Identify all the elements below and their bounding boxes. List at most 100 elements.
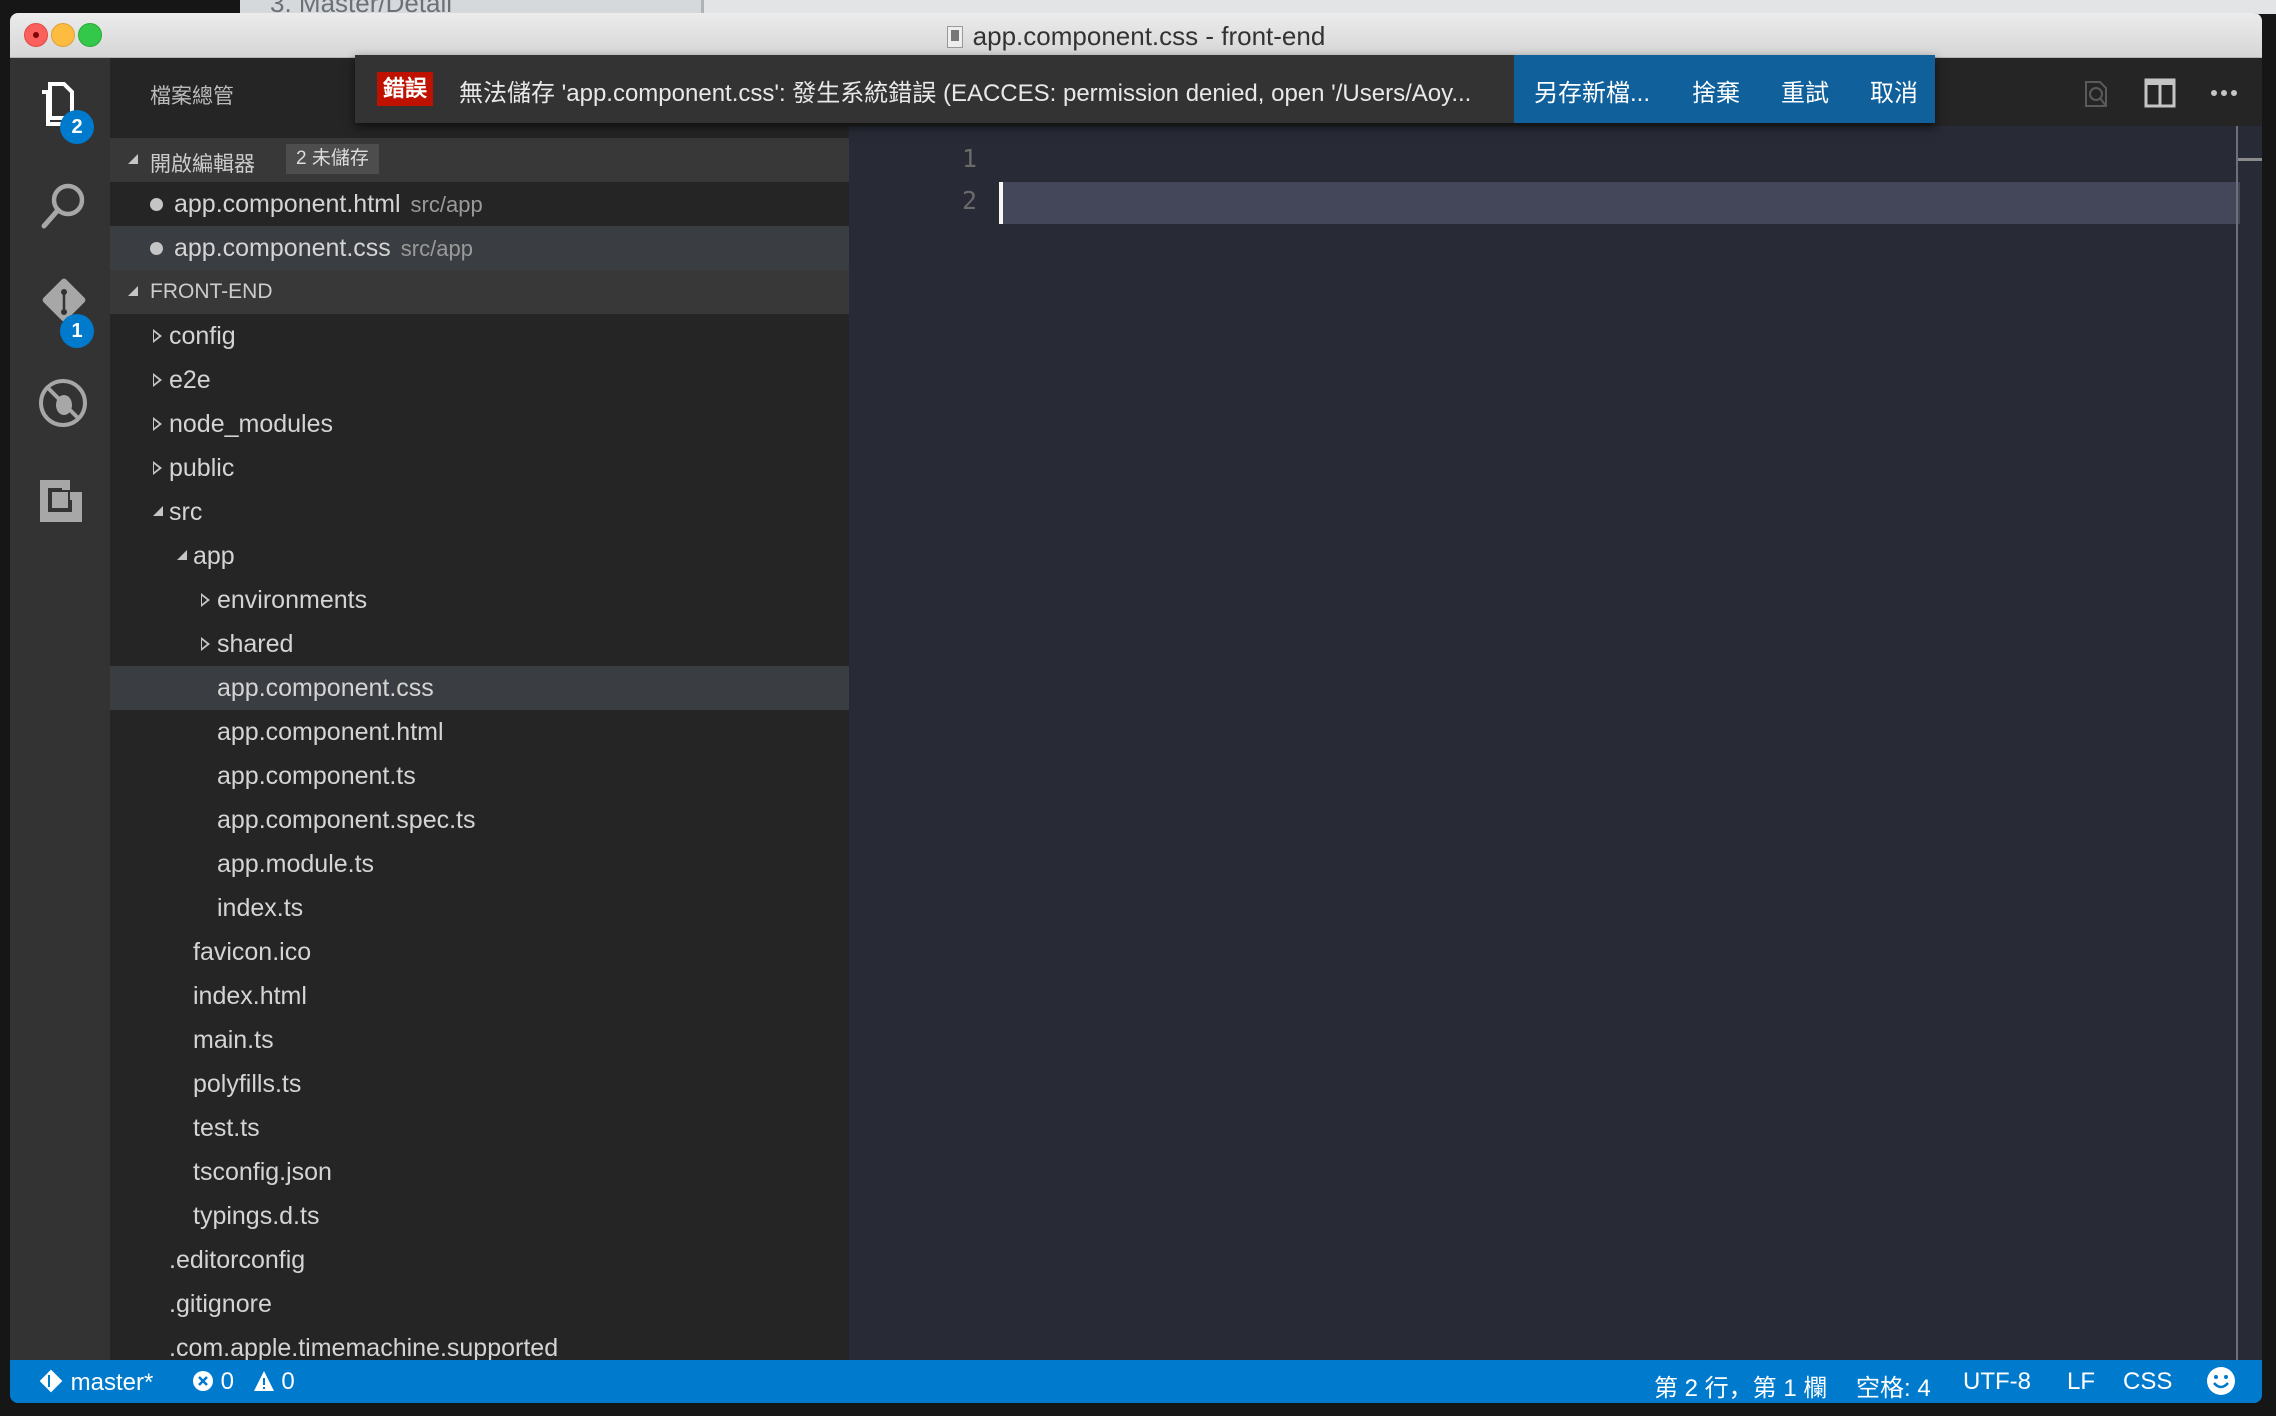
open-editor-path: src/app	[400, 236, 473, 261]
chevron-right-icon[interactable]	[201, 637, 210, 651]
search-icon	[41, 183, 85, 229]
tree-file[interactable]: .gitignore	[110, 1282, 849, 1326]
tree-file[interactable]: polyfills.ts	[110, 1062, 849, 1106]
activity-debug[interactable]	[10, 356, 110, 446]
warning-count: 0	[281, 1368, 295, 1395]
tree-file[interactable]: app.component.spec.ts	[110, 798, 849, 842]
chevron-down-icon[interactable]	[153, 506, 163, 516]
cancel-button[interactable]: 取消	[1870, 73, 1918, 108]
unsaved-badge: 2 未儲存	[286, 144, 379, 174]
tree-item-label: tsconfig.json	[193, 1158, 332, 1186]
explorer-sidebar: 檔案總管 開啟編輯器 2 未儲存 app.component.html src/a…	[110, 58, 849, 1362]
tree-file[interactable]: tsconfig.json	[110, 1150, 849, 1194]
open-editor-item[interactable]: app.component.css src/app	[110, 226, 849, 270]
tree-item-label: app	[193, 542, 235, 570]
tree-folder[interactable]: e2e	[110, 358, 849, 402]
tree-item-label: .gitignore	[169, 1290, 272, 1318]
error-notification: 錯誤 無法儲存 'app.component.css': 發生系統錯誤 (EAC…	[355, 55, 1935, 123]
tree-item-label: node_modules	[169, 410, 334, 438]
error-count: 0	[220, 1368, 235, 1395]
css-file-icon	[946, 26, 963, 48]
tree-folder[interactable]: app	[110, 534, 849, 578]
background-window[interactable]: 3. Master/Detail	[240, 0, 704, 14]
encoding[interactable]: UTF-8	[1963, 1368, 2031, 1396]
more-actions-button[interactable]	[2208, 78, 2240, 108]
branch-indicator[interactable]: master*	[38, 1368, 153, 1397]
background-window-strip	[704, 0, 2276, 14]
open-preview-button[interactable]	[2080, 78, 2112, 108]
tree-folder[interactable]: public	[110, 446, 849, 490]
open-editor-name: app.component.html	[174, 190, 401, 218]
retry-button[interactable]: 重試	[1781, 73, 1829, 108]
end-of-line[interactable]: LF	[2067, 1368, 2095, 1396]
project-label: FRONT-END	[150, 280, 273, 303]
discard-button[interactable]: 捨棄	[1692, 73, 1740, 108]
chevron-right-icon[interactable]	[153, 461, 162, 475]
unsaved-dot-icon	[150, 198, 163, 211]
tree-file[interactable]: test.ts	[110, 1106, 849, 1150]
tree-file[interactable]: typings.d.ts	[110, 1194, 849, 1238]
background-window-title: 3. Master/Detail	[270, 0, 452, 14]
tree-file[interactable]: index.html	[110, 974, 849, 1018]
source-control-badge: 1	[60, 314, 94, 348]
save-as-button[interactable]: 另存新檔...	[1534, 73, 1650, 108]
tree-item-label: app.component.html	[217, 718, 444, 746]
cursor-position[interactable]: 第 2 行，第 1 欄	[1654, 1368, 1827, 1403]
tree-item-label: src	[169, 498, 203, 526]
tree-item-label: index.ts	[217, 894, 304, 922]
explorer-badge: 2	[60, 110, 94, 144]
preview-search-icon	[2085, 81, 2107, 107]
project-header[interactable]: FRONT-END	[110, 270, 849, 314]
open-editor-name: app.component.css	[174, 234, 391, 262]
window-title-text: app.component.css - front-end	[972, 21, 1326, 51]
title-bar[interactable]: app.component.css - front-end	[10, 13, 2262, 58]
unsaved-dot-icon	[150, 242, 163, 255]
tree-folder[interactable]: src	[110, 490, 849, 534]
chevron-right-icon[interactable]	[201, 593, 210, 607]
tree-file[interactable]: index.ts	[110, 886, 849, 930]
tree-file[interactable]: app.component.css	[110, 666, 849, 710]
debug-icon	[39, 379, 87, 427]
chevron-down-icon[interactable]	[177, 550, 187, 560]
branch-name: master*	[70, 1369, 154, 1396]
tree-item-label: test.ts	[193, 1114, 260, 1142]
activity-source-control[interactable]: 1	[10, 256, 110, 348]
extensions-icon	[40, 480, 82, 522]
activity-bar: 2 1	[10, 58, 110, 1360]
tree-file[interactable]: app.module.ts	[110, 842, 849, 886]
explorer-title: 檔案總管	[150, 85, 234, 108]
tree-file[interactable]: main.ts	[110, 1018, 849, 1062]
error-message: 無法儲存 'app.component.css': 發生系統錯誤 (EACCES…	[459, 80, 1472, 107]
chevron-right-icon[interactable]	[153, 373, 162, 387]
smiley-icon	[2207, 1367, 2235, 1395]
indentation[interactable]: 空格: 4	[1856, 1368, 1931, 1403]
tree-folder[interactable]: config	[110, 314, 849, 358]
tree-item-label: public	[169, 454, 235, 482]
open-editors-header[interactable]: 開啟編輯器 2 未儲存	[110, 138, 849, 182]
tree-folder[interactable]: node_modules	[110, 402, 849, 446]
chevron-right-icon[interactable]	[153, 417, 162, 431]
language-mode[interactable]: CSS	[2123, 1368, 2172, 1396]
activity-extensions[interactable]	[10, 456, 110, 546]
tree-folder[interactable]: environments	[110, 578, 849, 622]
activity-search[interactable]	[10, 158, 110, 248]
activity-explorer[interactable]: 2	[10, 58, 110, 148]
git-branch-icon	[39, 1369, 63, 1393]
chevron-right-icon[interactable]	[153, 329, 162, 343]
overview-ruler[interactable]	[2236, 126, 2238, 1360]
tree-file[interactable]: favicon.ico	[110, 930, 849, 974]
collapse-icon	[128, 286, 138, 296]
split-editor-icon	[2144, 78, 2176, 108]
split-editor-button[interactable]	[2144, 78, 2176, 108]
feedback-button[interactable]	[2206, 1366, 2236, 1403]
tree-file[interactable]: app.component.ts	[110, 754, 849, 798]
tree-file[interactable]: app.component.html	[110, 710, 849, 754]
open-editor-item[interactable]: app.component.html src/app	[110, 182, 849, 226]
editor-area[interactable]: 1 2	[849, 58, 2262, 1360]
tree-item-label: polyfills.ts	[193, 1070, 302, 1098]
tree-item-label: app.component.spec.ts	[217, 806, 476, 834]
problems-indicator[interactable]: 0 0	[192, 1368, 295, 1396]
tree-file[interactable]: .editorconfig	[110, 1238, 849, 1282]
current-line-highlight	[999, 182, 2240, 224]
tree-folder[interactable]: shared	[110, 622, 849, 666]
